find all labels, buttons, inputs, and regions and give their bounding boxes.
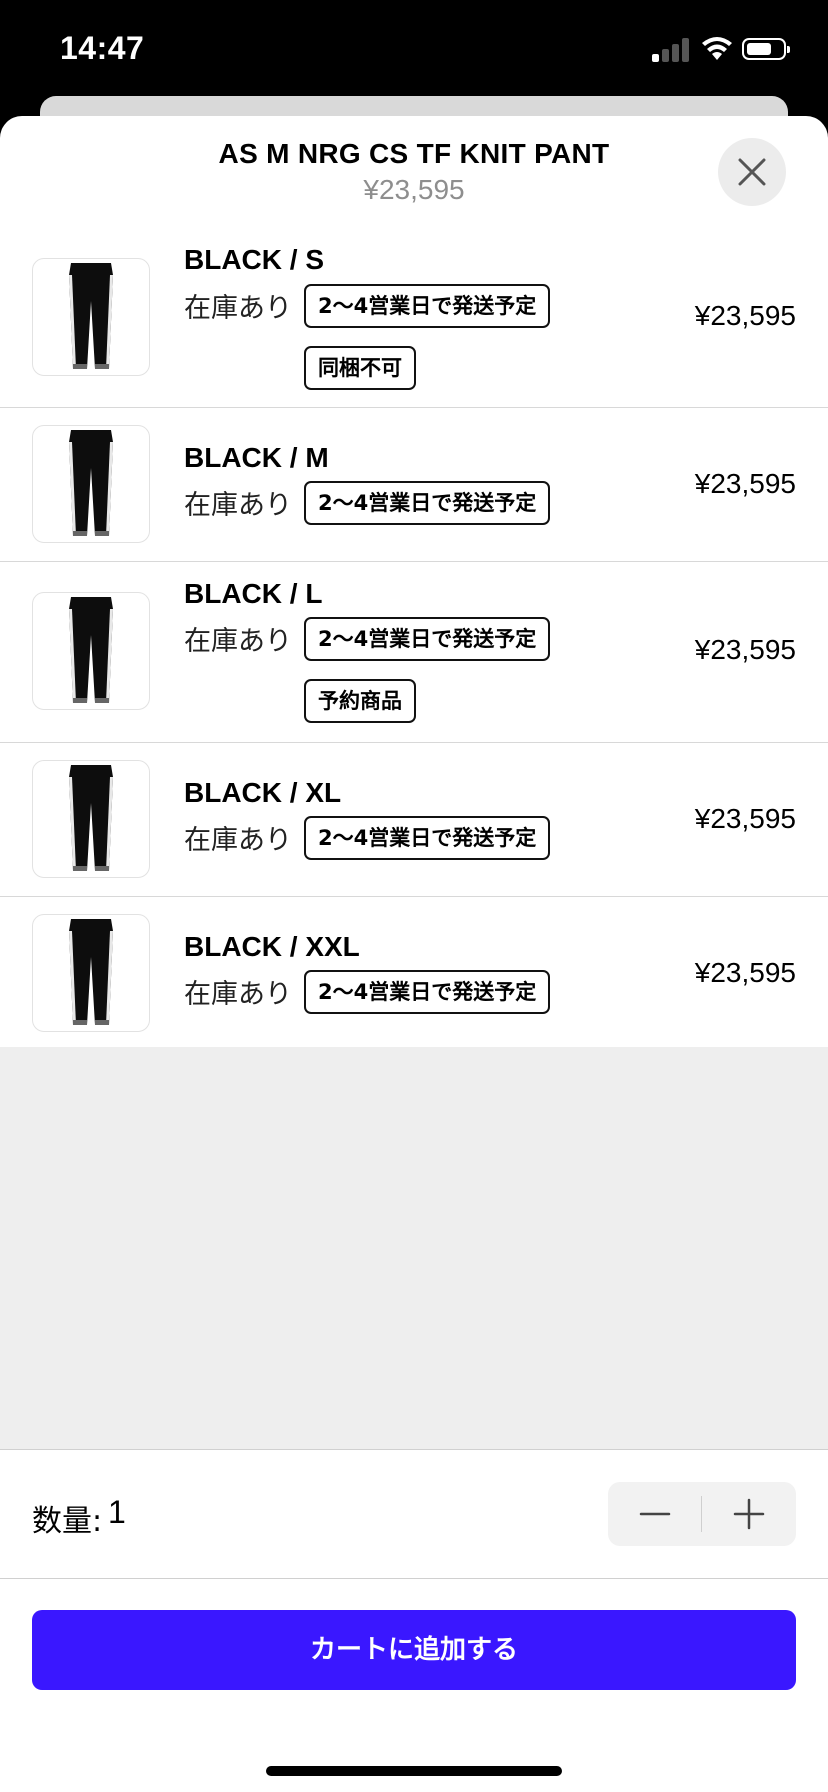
empty-list-area [0,1047,828,1450]
variant-price: ¥23,595 [694,300,796,331]
product-thumbnail [32,914,150,1032]
decrement-button[interactable] [608,1482,702,1546]
plus-icon [733,1498,765,1530]
quantity-value: 1 [108,1494,126,1530]
variant-list: BLACK / S 在庫あり 2～4営業日で発送予定 同梱不可 ¥23,595 … [0,228,828,1051]
product-thumbnail [32,425,150,543]
product-price: ¥23,595 [363,174,465,205]
bundle-restriction-tag: 同梱不可 [304,346,416,390]
shipping-tag: 2～4営業日で発送予定 [304,970,551,1014]
quantity-label: 数量: [32,1504,103,1539]
variant-name: BLACK / XL [184,777,342,808]
product-thumbnail [32,258,150,376]
minus-icon [639,1512,671,1516]
increment-button[interactable] [702,1482,796,1546]
product-title: AS M NRG CS TF KNIT PANT [218,138,610,169]
variant-row-xxl[interactable]: BLACK / XXL 在庫あり 2～4営業日で発送予定 ¥23,595 [0,897,828,1051]
variant-row-l[interactable]: BLACK / L 在庫あり 2～4営業日で発送予定 予約商品 ¥23,595 [0,562,828,743]
variant-price: ¥23,595 [694,468,796,499]
close-icon [738,158,766,186]
shipping-tag: 2～4営業日で発送予定 [304,284,551,328]
stock-status: 在庫あり [184,293,292,324]
battery-icon [742,38,790,60]
variant-selection-sheet: AS M NRG CS TF KNIT PANT ¥23,595 BLACK /… [0,116,828,1792]
stock-status: 在庫あり [184,825,292,856]
quantity-section: 数量: 1 [0,1450,828,1579]
home-indicator [266,1766,562,1776]
shipping-tag: 2～4営業日で発送予定 [304,617,551,661]
close-button[interactable] [718,138,786,206]
status-bar: 14:47 [0,0,828,100]
variant-price: ¥23,595 [694,634,796,665]
variant-price: ¥23,595 [694,803,796,834]
variant-row-m[interactable]: BLACK / M 在庫あり 2～4営業日で発送予定 ¥23,595 [0,408,828,562]
status-time: 14:47 [60,30,145,66]
add-to-cart-button[interactable]: カートに追加する [32,1610,796,1690]
preorder-tag: 予約商品 [304,679,416,723]
shipping-tag: 2～4営業日で発送予定 [304,481,551,525]
variant-name: BLACK / XXL [184,931,360,962]
stock-status: 在庫あり [184,979,292,1010]
wifi-icon [702,37,732,60]
variant-row-s[interactable]: BLACK / S 在庫あり 2～4営業日で発送予定 同梱不可 ¥23,595 [0,228,828,408]
product-thumbnail [32,760,150,878]
variant-name: BLACK / M [184,442,329,473]
variant-name: BLACK / S [184,244,324,275]
signal-icon [652,36,692,62]
variant-row-xl[interactable]: BLACK / XL 在庫あり 2～4営業日で発送予定 ¥23,595 [0,743,828,897]
variant-name: BLACK / L [184,578,323,609]
stock-status: 在庫あり [184,626,292,657]
product-thumbnail [32,592,150,710]
variant-price: ¥23,595 [694,957,796,988]
stock-status: 在庫あり [184,490,292,521]
quantity-stepper[interactable] [608,1482,796,1546]
sheet-header: AS M NRG CS TF KNIT PANT ¥23,595 [0,116,828,229]
shipping-tag: 2～4営業日で発送予定 [304,816,551,860]
